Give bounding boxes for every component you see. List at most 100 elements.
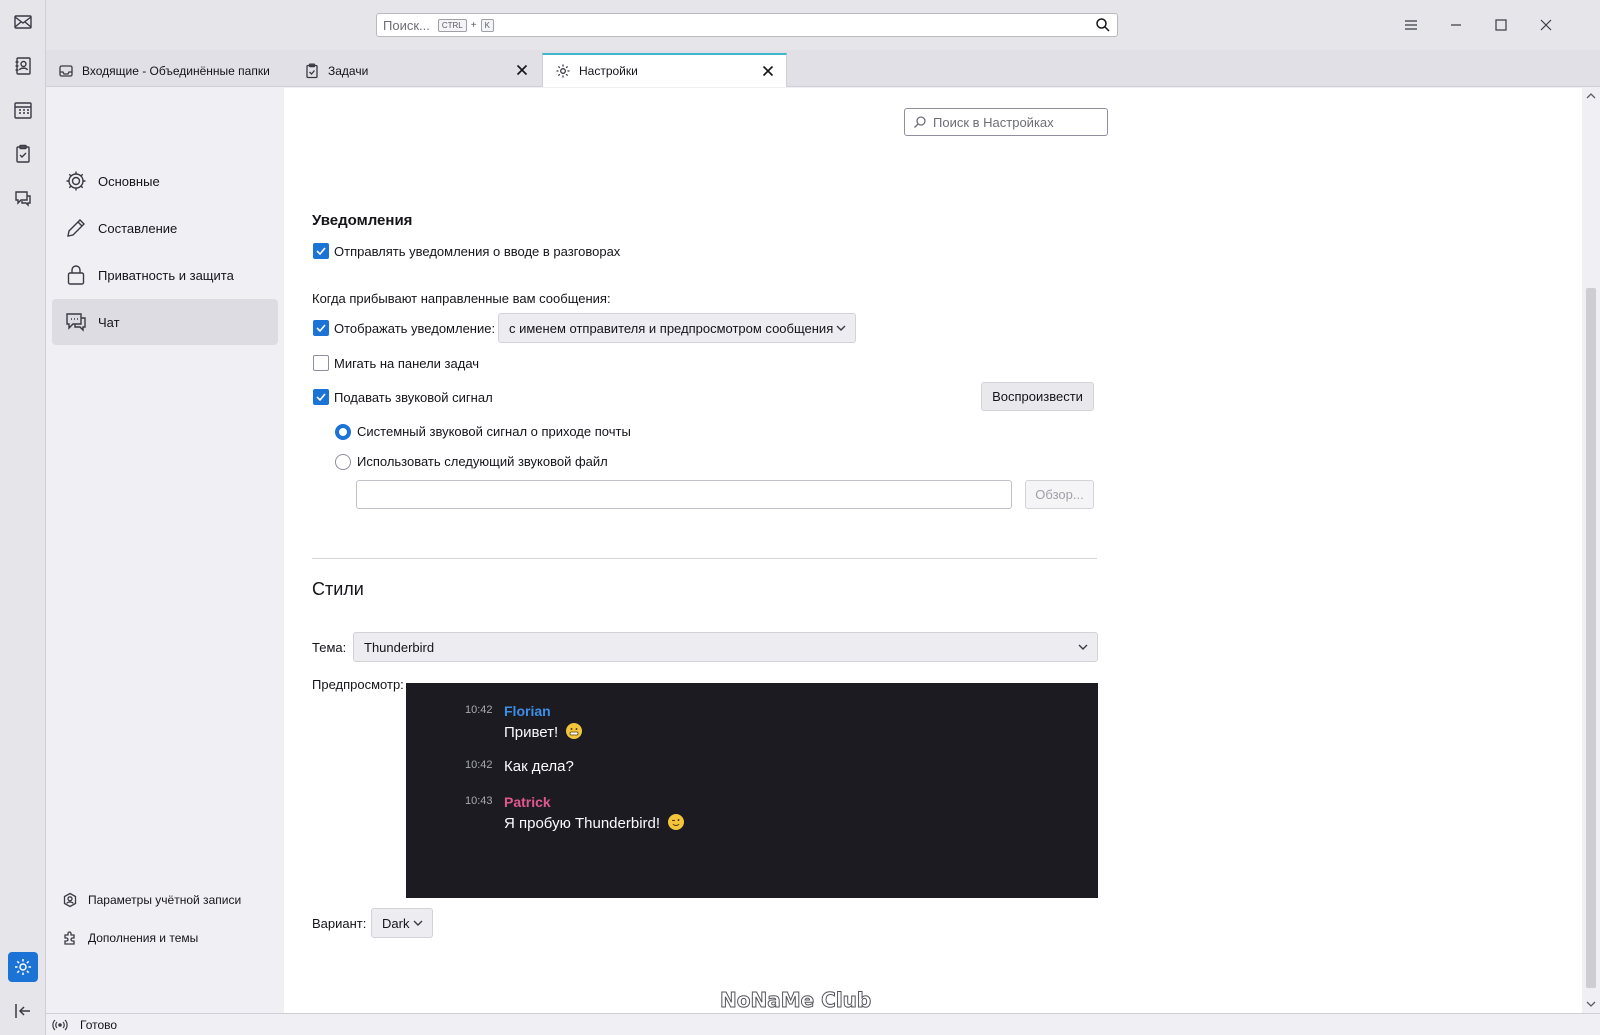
online-status-icon[interactable] bbox=[52, 1017, 68, 1033]
close-window-icon[interactable] bbox=[1534, 13, 1558, 37]
message-time: 10:42 bbox=[465, 759, 493, 771]
theme-label: Тема: bbox=[312, 640, 347, 655]
custom-sound-radio[interactable] bbox=[335, 454, 351, 470]
settings-content: Поиск в Настройках Уведомления Отправлят… bbox=[284, 88, 1582, 1013]
incoming-messages-label: Когда прибывают направленные вам сообщен… bbox=[312, 291, 611, 306]
footer-link-label: Дополнения и темы bbox=[88, 931, 199, 945]
message-nick: Patrick bbox=[504, 794, 551, 810]
kbd-plus: + bbox=[470, 19, 477, 31]
browse-button[interactable]: Обзор... bbox=[1025, 480, 1094, 509]
spaces-toolbar bbox=[0, 0, 46, 1035]
message-time: 10:43 bbox=[465, 795, 493, 807]
search-icon bbox=[914, 116, 926, 128]
search-placeholder: Поиск... bbox=[383, 17, 430, 33]
variant-value: Dark bbox=[382, 915, 410, 931]
tasks-icon[interactable] bbox=[8, 139, 38, 169]
category-label: Составление bbox=[98, 220, 178, 236]
sound-file-input[interactable] bbox=[356, 480, 1012, 509]
global-search-input[interactable]: Поиск... CTRL + K bbox=[376, 13, 1118, 37]
close-icon[interactable] bbox=[760, 63, 776, 79]
chat-icon[interactable] bbox=[8, 183, 38, 213]
search-icon[interactable] bbox=[1095, 17, 1111, 33]
settings-gear-icon[interactable] bbox=[8, 952, 38, 982]
close-icon[interactable] bbox=[514, 62, 530, 78]
chat-icon bbox=[66, 313, 86, 332]
footer-link-label: Параметры учётной записи bbox=[88, 893, 242, 907]
message-text: Я пробую Thunderbird! bbox=[504, 814, 685, 832]
flash-taskbar-label[interactable]: Мигать на панели задач bbox=[334, 356, 479, 371]
category-chat[interactable]: Чат bbox=[52, 299, 278, 345]
variant-label: Вариант: bbox=[312, 916, 367, 931]
minimize-icon[interactable] bbox=[1444, 13, 1468, 37]
system-sound-label[interactable]: Системный звуковой сигнал о приходе почт… bbox=[357, 424, 631, 439]
settings-sidebar: Основные Составление Приватность и защит… bbox=[46, 88, 284, 1013]
category-label: Основные bbox=[98, 173, 160, 189]
scroll-down-icon[interactable] bbox=[1585, 998, 1597, 1010]
tab-inbox[interactable]: Входящие - Объединённые папки bbox=[46, 54, 292, 87]
account-icon bbox=[63, 892, 77, 908]
calendar-icon[interactable] bbox=[8, 95, 38, 125]
app-menu-icon[interactable] bbox=[1399, 13, 1423, 37]
chevron-down-icon bbox=[1078, 644, 1088, 650]
play-sound-checkbox[interactable] bbox=[313, 389, 329, 405]
category-composition[interactable]: Составление bbox=[52, 205, 278, 251]
variant-select[interactable]: Dark bbox=[371, 908, 433, 938]
chevron-down-icon bbox=[413, 920, 423, 926]
category-general[interactable]: Основные bbox=[52, 158, 278, 204]
chat-preview: 10:42 Florian Привет! 10:42 Как дела? 10… bbox=[406, 683, 1098, 898]
styles-heading: Стили bbox=[312, 579, 364, 599]
watermark: NoNaMe Club bbox=[719, 988, 872, 1013]
collapse-toolbar-icon[interactable] bbox=[8, 996, 38, 1026]
scroll-up-icon[interactable] bbox=[1585, 90, 1597, 102]
section-divider bbox=[312, 558, 1097, 559]
category-label: Приватность и защита bbox=[98, 267, 234, 283]
message-nick: Florian bbox=[504, 703, 551, 719]
grin-emoji-icon bbox=[566, 723, 583, 739]
tab-tasks[interactable]: Задачи bbox=[292, 54, 540, 87]
inbox-icon bbox=[59, 64, 73, 77]
tab-bar: Входящие - Объединённые папки Задачи Нас… bbox=[46, 50, 1600, 87]
typing-notifications-checkbox[interactable] bbox=[313, 243, 329, 259]
show-notification-label[interactable]: Отображать уведомление: bbox=[334, 321, 495, 336]
play-button[interactable]: Воспроизвести bbox=[981, 382, 1094, 411]
address-book-icon[interactable] bbox=[8, 51, 38, 81]
category-label: Чат bbox=[98, 314, 120, 330]
settings-search-placeholder: Поиск в Настройках bbox=[933, 114, 1054, 130]
title-bar: Поиск... CTRL + K bbox=[46, 0, 1600, 50]
system-sound-radio[interactable] bbox=[335, 424, 351, 440]
theme-select[interactable]: Thunderbird bbox=[353, 632, 1098, 662]
tab-settings[interactable]: Настройки bbox=[542, 53, 787, 87]
message-time: 10:42 bbox=[465, 704, 493, 716]
gear-icon bbox=[556, 64, 570, 78]
flash-taskbar-checkbox[interactable] bbox=[313, 355, 329, 371]
settings-search-input[interactable]: Поиск в Настройках bbox=[904, 108, 1108, 136]
gear-icon bbox=[66, 171, 86, 191]
notification-content-value: с именем отправителя и предпросмотром со… bbox=[509, 320, 834, 336]
tab-label: Входящие - Объединённые папки bbox=[82, 63, 270, 78]
show-notification-checkbox[interactable] bbox=[313, 320, 329, 336]
status-bar: Готово bbox=[46, 1013, 1600, 1035]
chevron-down-icon bbox=[836, 325, 846, 331]
message-text: Привет! bbox=[504, 723, 583, 741]
typing-notifications-label[interactable]: Отправлять уведомления о вводе в разгово… bbox=[334, 244, 620, 259]
account-settings-link[interactable]: Параметры учётной записи bbox=[62, 889, 241, 911]
tab-label: Задачи bbox=[328, 63, 369, 78]
pencil-icon bbox=[67, 219, 85, 237]
puzzle-icon bbox=[64, 931, 75, 945]
scrollbar-thumb[interactable] bbox=[1586, 288, 1596, 988]
play-sound-label[interactable]: Подавать звуковой сигнал bbox=[334, 390, 493, 405]
vertical-scrollbar[interactable] bbox=[1582, 88, 1600, 1013]
kbd-k: K bbox=[480, 18, 494, 32]
maximize-icon[interactable] bbox=[1489, 13, 1513, 37]
lock-icon bbox=[67, 265, 85, 285]
category-privacy[interactable]: Приватность и защита bbox=[52, 252, 278, 298]
mail-icon[interactable] bbox=[8, 7, 38, 37]
notifications-heading: Уведомления bbox=[312, 212, 413, 229]
notification-content-select[interactable]: с именем отправителя и предпросмотром со… bbox=[498, 313, 856, 343]
addons-themes-link[interactable]: Дополнения и темы bbox=[62, 927, 198, 949]
custom-sound-label[interactable]: Использовать следующий звуковой файл bbox=[357, 454, 608, 469]
tab-label: Настройки bbox=[579, 64, 638, 78]
wink-emoji-icon bbox=[668, 814, 685, 830]
message-text: Как дела? bbox=[504, 758, 574, 775]
theme-value: Thunderbird bbox=[364, 639, 435, 655]
